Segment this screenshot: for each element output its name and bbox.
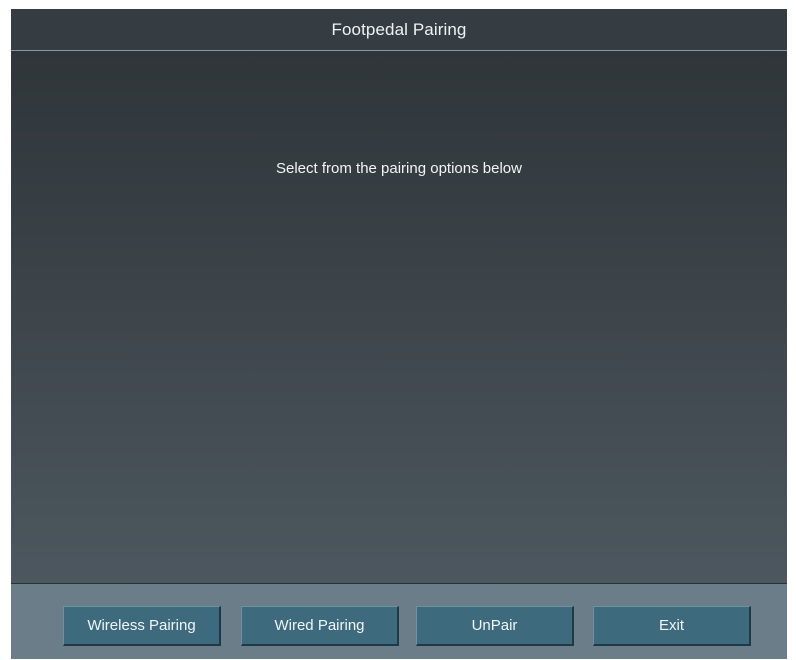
button-bar: Wireless Pairing Wired Pairing UnPair Ex… [11, 583, 787, 659]
dialog-title: Footpedal Pairing [331, 19, 467, 39]
wireless-pairing-button[interactable]: Wireless Pairing [63, 606, 221, 646]
title-bar: Footpedal Pairing [11, 9, 787, 51]
footpedal-pairing-dialog: Footpedal Pairing Select from the pairin… [11, 9, 787, 659]
content-area: Select from the pairing options below [11, 51, 787, 583]
instruction-text: Select from the pairing options below [276, 160, 522, 177]
wired-pairing-button[interactable]: Wired Pairing [241, 606, 399, 646]
exit-button[interactable]: Exit [593, 606, 751, 646]
unpair-button[interactable]: UnPair [416, 606, 574, 646]
